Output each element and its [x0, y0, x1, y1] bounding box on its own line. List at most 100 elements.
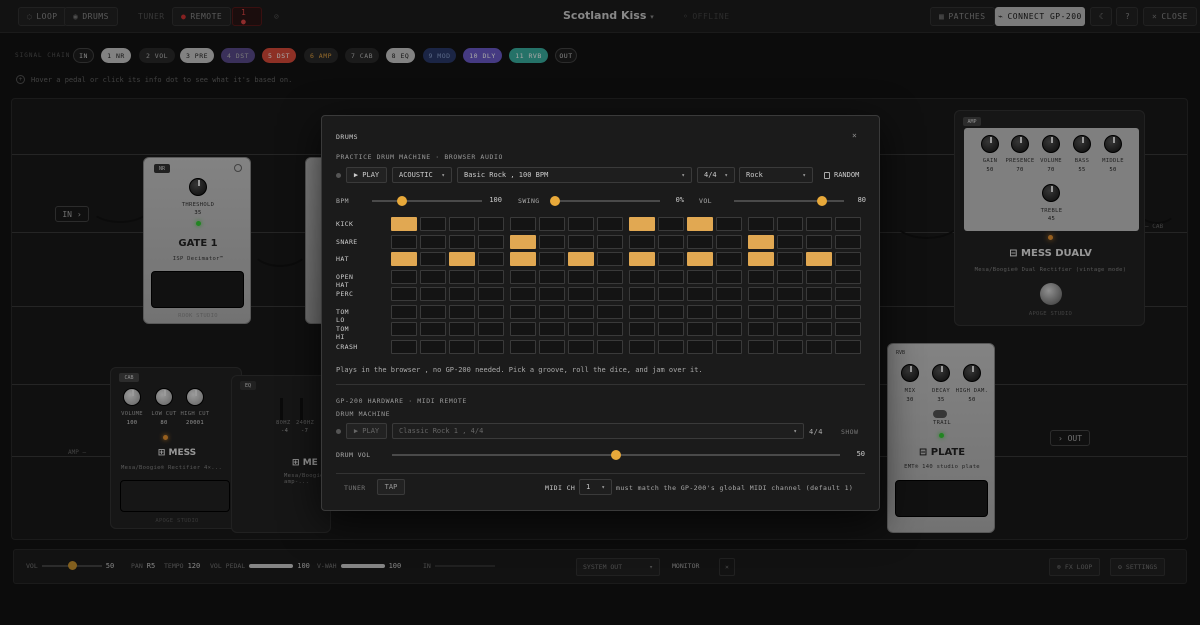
step-cell[interactable]: [597, 287, 624, 301]
step-cell[interactable]: [539, 287, 565, 301]
step-cell[interactable]: [805, 322, 832, 336]
play-button[interactable]: ▶ PLAY: [346, 167, 387, 183]
kit-select[interactable]: ACOUSTIC ▾: [392, 167, 452, 183]
step-cell[interactable]: [805, 252, 832, 266]
step-cell[interactable]: [568, 252, 595, 266]
step-cell[interactable]: [478, 287, 505, 301]
random-button[interactable]: RANDOM: [824, 171, 859, 179]
step-cell[interactable]: [449, 304, 476, 319]
step-cell[interactable]: [776, 287, 803, 301]
step-cell[interactable]: [805, 287, 832, 301]
style-select[interactable]: Rock ▾: [739, 167, 813, 183]
step-cell[interactable]: [478, 234, 505, 249]
time-signature-select[interactable]: 4/4 ▾: [697, 167, 735, 183]
step-cell[interactable]: [657, 304, 684, 319]
step-cell[interactable]: [478, 339, 505, 354]
step-cell[interactable]: [687, 287, 713, 301]
step-cell[interactable]: [747, 322, 774, 336]
step-cell[interactable]: [776, 339, 803, 354]
step-cell[interactable]: [716, 322, 743, 336]
step-cell[interactable]: [420, 322, 447, 336]
step-cell[interactable]: [539, 269, 565, 284]
step-cell[interactable]: [391, 304, 417, 319]
swing-slider[interactable]: [550, 196, 660, 206]
drum-vol-slider[interactable]: [392, 450, 840, 460]
step-cell[interactable]: [747, 217, 774, 231]
step-cell[interactable]: [391, 322, 417, 336]
step-cell[interactable]: [687, 339, 713, 354]
step-cell[interactable]: [539, 252, 565, 266]
step-cell[interactable]: [716, 304, 743, 319]
step-cell[interactable]: [568, 322, 595, 336]
step-cell[interactable]: [687, 269, 713, 284]
step-cell[interactable]: [420, 287, 447, 301]
step-cell[interactable]: [776, 322, 803, 336]
step-cell[interactable]: [776, 217, 803, 231]
midi-channel-select[interactable]: 1 ▾: [579, 479, 612, 495]
step-cell[interactable]: [835, 322, 861, 336]
step-cell[interactable]: [568, 217, 595, 231]
step-cell[interactable]: [597, 304, 624, 319]
step-cell[interactable]: [509, 217, 536, 231]
step-cell[interactable]: [391, 339, 417, 354]
step-cell[interactable]: [391, 269, 417, 284]
step-cell[interactable]: [687, 217, 713, 231]
step-cell[interactable]: [478, 252, 505, 266]
vol-thumb[interactable]: [817, 196, 827, 206]
step-cell[interactable]: [539, 339, 565, 354]
step-cell[interactable]: [776, 252, 803, 266]
step-cell[interactable]: [509, 252, 536, 266]
step-cell[interactable]: [687, 304, 713, 319]
step-cell[interactable]: [478, 304, 505, 319]
step-cell[interactable]: [420, 304, 447, 319]
step-cell[interactable]: [657, 217, 684, 231]
step-cell[interactable]: [478, 269, 505, 284]
step-cell[interactable]: [449, 252, 476, 266]
step-cell[interactable]: [568, 339, 595, 354]
hw-play-button[interactable]: ▶ PLAY: [346, 423, 387, 439]
swing-thumb[interactable]: [550, 196, 560, 206]
step-cell[interactable]: [597, 234, 624, 249]
step-cell[interactable]: [805, 304, 832, 319]
step-cell[interactable]: [597, 322, 624, 336]
step-cell[interactable]: [657, 269, 684, 284]
close-icon[interactable]: ×: [852, 131, 857, 140]
step-cell[interactable]: [716, 287, 743, 301]
step-cell[interactable]: [687, 322, 713, 336]
step-cell[interactable]: [420, 269, 447, 284]
step-cell[interactable]: [420, 252, 447, 266]
step-cell[interactable]: [835, 339, 861, 354]
step-cell[interactable]: [805, 234, 832, 249]
step-cell[interactable]: [835, 252, 861, 266]
step-cell[interactable]: [628, 234, 655, 249]
step-cell[interactable]: [835, 287, 861, 301]
step-cell[interactable]: [597, 217, 624, 231]
groove-select[interactable]: Basic Rock , 100 BPM ▾: [457, 167, 692, 183]
step-cell[interactable]: [449, 269, 476, 284]
step-cell[interactable]: [657, 252, 684, 266]
step-cell[interactable]: [449, 322, 476, 336]
step-cell[interactable]: [628, 217, 655, 231]
step-cell[interactable]: [478, 322, 505, 336]
step-cell[interactable]: [835, 217, 861, 231]
step-cell[interactable]: [539, 234, 565, 249]
step-cell[interactable]: [747, 339, 774, 354]
step-cell[interactable]: [539, 304, 565, 319]
step-cell[interactable]: [805, 339, 832, 354]
step-cell[interactable]: [478, 217, 505, 231]
bpm-slider[interactable]: [372, 196, 482, 206]
step-cell[interactable]: [568, 287, 595, 301]
step-cell[interactable]: [391, 217, 417, 231]
step-cell[interactable]: [747, 269, 774, 284]
step-cell[interactable]: [687, 234, 713, 249]
step-cell[interactable]: [716, 234, 743, 249]
step-cell[interactable]: [539, 217, 565, 231]
step-cell[interactable]: [509, 234, 536, 249]
step-cell[interactable]: [747, 287, 774, 301]
step-cell[interactable]: [747, 234, 774, 249]
step-cell[interactable]: [509, 287, 536, 301]
step-cell[interactable]: [776, 304, 803, 319]
vol-slider[interactable]: [734, 196, 844, 206]
step-cell[interactable]: [597, 269, 624, 284]
step-cell[interactable]: [657, 234, 684, 249]
